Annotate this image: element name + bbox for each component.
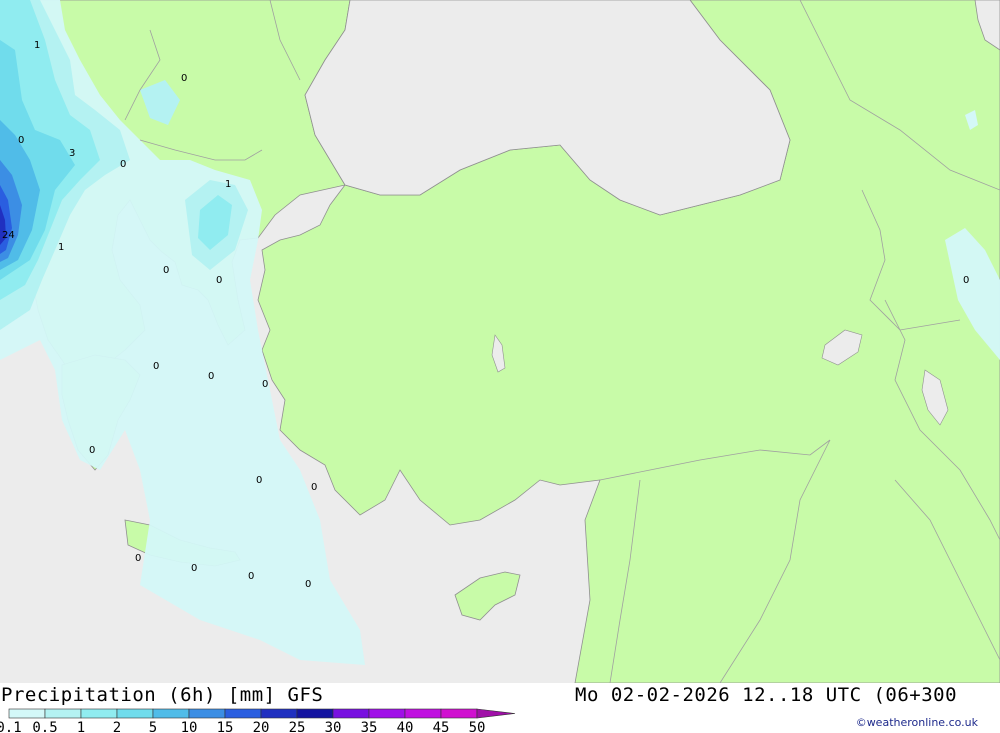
contour-label: 0 [311, 482, 317, 493]
legend-tick-label: 20 [253, 720, 270, 733]
legend-tick-label: 30 [325, 720, 342, 733]
legend-tick-label: 10 [181, 720, 198, 733]
legend-swatch [404, 708, 442, 719]
legend-swatch [440, 708, 478, 719]
precipitation-legend: 0.1 0.5 1 2 5 10 15 20 25 30 35 40 45 50 [0, 708, 516, 733]
contour-label: 0 [963, 275, 969, 286]
product-title: Precipitation (6h) [mm] GFS [1, 684, 324, 706]
legend-swatch [368, 708, 406, 719]
contour-label: 0 [208, 371, 214, 382]
legend-swatch [44, 708, 82, 719]
contour-label: 24 [2, 230, 15, 241]
legend-tick-label: 1 [77, 720, 85, 733]
legend-tick-label: 50 [469, 720, 486, 733]
contour-label: 1 [34, 40, 40, 51]
legend-tick-label: 2 [113, 720, 121, 733]
legend-swatch [224, 708, 262, 719]
contour-label: 3 [69, 148, 75, 159]
legend-tick-label: 15 [217, 720, 234, 733]
credit-link[interactable]: ©weatheronline.co.uk [856, 716, 978, 729]
precipitation-map: 1 0 0 3 0 24 1 1 0 0 0 0 0 0 0 0 0 0 0 0… [0, 0, 1000, 684]
legend-tick-label: 0.1 [0, 720, 22, 733]
contour-label: 1 [58, 242, 64, 253]
contour-label: 0 [256, 475, 262, 486]
contour-label: 0 [191, 563, 197, 574]
legend-tick-label: 35 [361, 720, 378, 733]
legend-tick-label: 0.5 [32, 720, 57, 733]
legend-swatch [116, 708, 154, 719]
contour-label: 0 [305, 579, 311, 590]
contour-label: 0 [248, 571, 254, 582]
contour-label: 0 [18, 135, 24, 146]
legend-swatch [188, 708, 226, 719]
contour-label: 0 [163, 265, 169, 276]
contour-label: 0 [89, 445, 95, 456]
contour-label: 0 [181, 73, 187, 84]
legend-tick-label: 45 [433, 720, 450, 733]
legend-tick-label: 40 [397, 720, 414, 733]
legend-tick-label: 5 [149, 720, 157, 733]
contour-label: 0 [262, 379, 268, 390]
contour-label: 0 [135, 553, 141, 564]
legend-tick-label: 25 [289, 720, 306, 733]
contour-label: 0 [216, 275, 222, 286]
legend-swatch [332, 708, 370, 719]
legend-swatch [476, 708, 516, 719]
legend-swatch [80, 708, 118, 719]
legend-swatch [296, 708, 334, 719]
valid-time: Mo 02-02-2026 12..18 UTC (06+300 [575, 684, 958, 706]
legend-swatch [260, 708, 298, 719]
map-canvas: 1 0 0 3 0 24 1 1 0 0 0 0 0 0 0 0 0 0 0 0… [0, 0, 1000, 684]
contour-label: 1 [225, 179, 231, 190]
legend-swatch [152, 708, 190, 719]
contour-label: 0 [153, 361, 159, 372]
contour-label: 0 [120, 159, 126, 170]
legend-swatch [8, 708, 46, 719]
